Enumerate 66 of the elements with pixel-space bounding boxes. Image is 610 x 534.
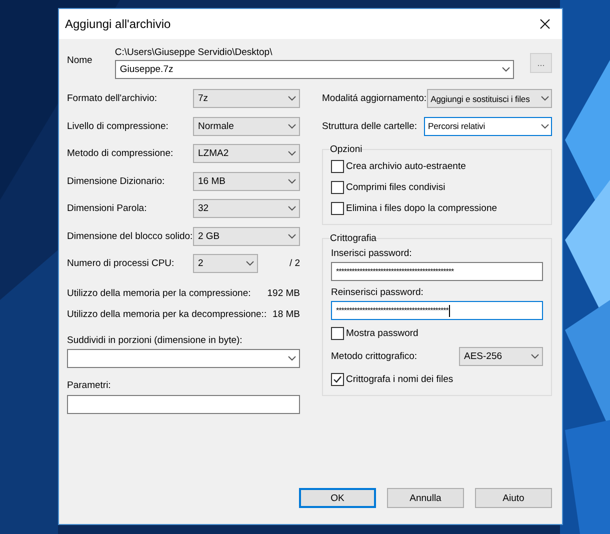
setting-combo[interactable]: Aggiungi e sostituisci i files [426, 89, 552, 108]
setting-label: Numero di processi CPU: [67, 258, 174, 269]
chevron-down-icon [288, 178, 296, 184]
setting-combo[interactable]: Normale [193, 116, 300, 136]
password-field[interactable]: ******************************************* [331, 301, 543, 320]
group-title: Opzioni [330, 144, 362, 155]
split-label: Suddividi in porzioni (dimensione in byte): [67, 334, 244, 346]
chevron-down-icon [502, 67, 510, 72]
setting-label: Dimensioni Parola: [67, 203, 147, 214]
checkbox[interactable] [331, 160, 344, 173]
chevron-down-icon [541, 96, 549, 101]
setting-label: Livello di compressione: [67, 120, 168, 132]
setting-combo[interactable]: 2 GB [193, 226, 300, 246]
checkbox[interactable] [331, 373, 344, 386]
memory-value: 18 MB [272, 308, 300, 322]
method-label: Metodo crittografico: [331, 351, 418, 362]
dialog-button[interactable]: OK [299, 488, 376, 508]
group-title: Crittografia [330, 233, 376, 244]
name-label: Nome [67, 54, 94, 66]
setting-combo[interactable]: 32 [193, 199, 300, 218]
chevron-down-icon [531, 354, 539, 359]
setting-label: Dimensione Dizionario: [67, 176, 165, 186]
params-label: Parametri: [67, 380, 112, 390]
memory-label: Utilizzo della memoria per la compressione: [67, 288, 251, 300]
chevron-down-icon [288, 124, 296, 128]
params-field[interactable] [67, 394, 300, 414]
archive-name-combo[interactable]: Giuseppe.7z [114, 60, 514, 79]
dialog-button[interactable]: Aiuto [475, 488, 552, 508]
window-title: Aggiungi all'archivio [65, 17, 171, 31]
setting-combo[interactable]: 16 MB [193, 172, 300, 190]
dialog-button[interactable]: Annulla [387, 488, 464, 508]
checkbox-label: Crittografa i nomi dei files [346, 374, 454, 385]
checkbox[interactable] [331, 327, 344, 340]
setting-label: Struttura delle cartelle: [322, 120, 418, 132]
password-label: Inserisci password: [331, 248, 413, 259]
checkbox-label: Elimina i files dopo la compressione [346, 203, 498, 214]
setting-label: Formato dell'archivio: [67, 93, 157, 104]
password-label: Reinserisci password: [331, 287, 424, 298]
checkbox[interactable] [331, 181, 344, 194]
chevron-down-icon [288, 234, 296, 238]
memory-value: 192 MB [267, 288, 300, 300]
browse-button[interactable]: ... [530, 53, 552, 73]
password-field[interactable]: ********************************************* [331, 262, 543, 281]
checkbox[interactable] [331, 202, 344, 215]
chevron-down-icon [288, 96, 296, 101]
setting-combo[interactable]: 2 [193, 254, 258, 273]
cpu-total: / 2 [289, 258, 300, 269]
folder-path: C:\Users\Giuseppe Servidio\Desktop\ [114, 47, 274, 58]
memory-label: Utilizzo della memoria per ka decompressione:: [67, 308, 267, 322]
setting-label: Modalitá aggiornamento: [322, 93, 427, 104]
chevron-down-icon [288, 151, 296, 156]
method-combo[interactable]: AES-256 [459, 347, 543, 366]
close-icon [540, 19, 550, 29]
chevron-down-icon [288, 206, 296, 211]
chevron-down-icon [541, 124, 549, 128]
setting-label: Metodo di compressione: [67, 148, 174, 159]
checkbox-label: Mostra password [346, 328, 418, 339]
setting-combo[interactable]: 7z [193, 89, 300, 108]
split-combo[interactable] [67, 348, 300, 368]
checkbox-label: Crea archivio auto-estraente [346, 161, 466, 172]
chevron-down-icon [288, 356, 296, 360]
checkbox-label: Comprimi files condivisi [346, 182, 446, 193]
setting-combo[interactable]: LZMA2 [193, 144, 300, 163]
setting-combo[interactable]: Percorsi relativi [424, 116, 552, 136]
setting-label: Dimensione del blocco solido: [67, 230, 193, 242]
chevron-down-icon [246, 261, 254, 266]
